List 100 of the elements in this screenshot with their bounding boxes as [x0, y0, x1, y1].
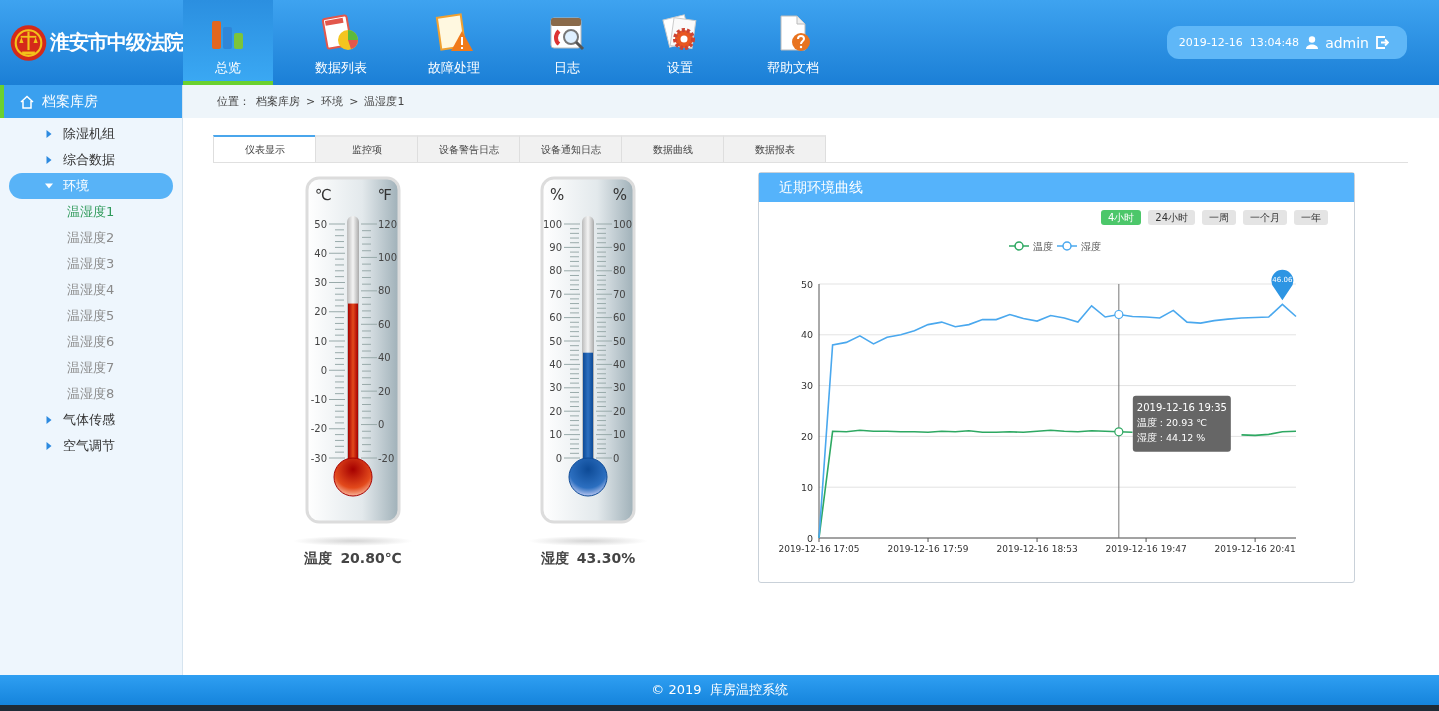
- tab[interactable]: 仪表显示: [213, 135, 316, 162]
- warning-icon: [434, 12, 474, 53]
- legend-icon: [1056, 241, 1078, 251]
- legend-icon: [1008, 241, 1030, 251]
- breadcrumb-separator: >: [349, 95, 359, 108]
- logout-icon[interactable]: [1376, 36, 1389, 49]
- scale-label: 0: [613, 452, 620, 464]
- court-name: 淮安市中级法院: [50, 29, 183, 56]
- scale-label: 90: [549, 241, 562, 253]
- tooltip-title: 2019-12-16 19:35: [1136, 401, 1227, 413]
- tree-item[interactable]: 除湿机组: [9, 121, 173, 147]
- footer-text: © 2019 库房温控系统: [651, 681, 788, 699]
- scale-label: 40: [378, 352, 391, 364]
- breadcrumb-label: 位置：: [217, 94, 250, 109]
- axis-label: 2019-12-16 18:53: [996, 544, 1078, 554]
- scale-label: 100: [613, 218, 633, 230]
- scale-label: 70: [613, 288, 626, 300]
- thermometer-bulb: [568, 457, 608, 497]
- breadcrumb-item[interactable]: 环境: [321, 94, 344, 109]
- thermometer-bulb: [333, 457, 373, 497]
- settings-icon: [660, 12, 700, 53]
- scale-label: -20: [378, 452, 395, 464]
- nav-tab[interactable]: 数据列表: [296, 0, 386, 85]
- range-button[interactable]: 一周: [1202, 210, 1236, 225]
- scale-label: 80: [549, 265, 562, 277]
- reading-label: 温度: [304, 550, 333, 568]
- scale-label: -20: [310, 423, 327, 435]
- scale-label: 40: [549, 358, 562, 370]
- axis-label: 2019-12-16 19:47: [1105, 544, 1187, 554]
- scale-label: 60: [613, 312, 626, 324]
- tab[interactable]: 数据曲线: [621, 135, 724, 162]
- marker-pin: [1271, 269, 1294, 301]
- tree-item[interactable]: 综合数据: [9, 147, 173, 173]
- range-button[interactable]: 一年: [1294, 210, 1328, 225]
- tooltip-text: 湿度 : 44.12 %: [1136, 431, 1206, 443]
- scale-label: 40: [613, 358, 626, 370]
- scale-label: 10: [613, 429, 626, 441]
- scale-label: 100: [378, 251, 398, 263]
- breadcrumb-item: 温湿度1: [364, 94, 405, 109]
- nav-tab[interactable]: 设置: [635, 0, 725, 85]
- scale-label: 50: [549, 335, 562, 347]
- tree-item[interactable]: 气体传感: [9, 407, 173, 433]
- scale-label: 90: [613, 241, 626, 253]
- nav-tab[interactable]: 故障处理: [409, 0, 499, 85]
- breadcrumb-item[interactable]: 档案库房: [256, 94, 300, 109]
- axis-label: 50: [800, 278, 813, 290]
- scale-label: 20: [378, 385, 391, 397]
- scale-label: 120: [378, 218, 398, 230]
- tooltip-text: 温度 : 20.93 ℃: [1136, 416, 1207, 428]
- tab[interactable]: 设备警告日志: [417, 135, 520, 162]
- unit-label: ℉: [377, 186, 392, 204]
- scale-label: -10: [310, 394, 327, 405]
- axis-label: 2019-12-16 20:41: [1214, 544, 1296, 554]
- scale-label: 20: [314, 306, 327, 318]
- range-button[interactable]: 一个月: [1243, 210, 1287, 225]
- username: admin: [1325, 34, 1369, 51]
- tab[interactable]: 数据报表: [723, 135, 826, 162]
- scale-label: 30: [549, 382, 562, 394]
- axis-label: 30: [800, 380, 813, 392]
- tree-item[interactable]: 空气调节: [9, 433, 173, 459]
- unit-label: %: [612, 186, 627, 204]
- range-button[interactable]: 24小时: [1148, 210, 1195, 225]
- scale-label: 20: [613, 405, 626, 417]
- scale-label: -30: [310, 452, 327, 464]
- report-icon: [321, 12, 361, 53]
- card-title: 近期环境曲线: [759, 173, 1354, 202]
- caret-right-icon: [45, 442, 53, 450]
- tab[interactable]: 设备通知日志: [519, 135, 622, 162]
- caret-right-icon: [45, 416, 53, 424]
- scale-label: 80: [613, 265, 626, 277]
- scale-label: 70: [549, 288, 562, 300]
- data-point: [1114, 309, 1124, 320]
- data-point: [1114, 427, 1124, 437]
- caret-right-icon: [45, 156, 53, 164]
- nav-tab[interactable]: 日志: [522, 0, 612, 85]
- breadcrumb-separator: >: [306, 95, 316, 108]
- reading-value: 20.80℃: [340, 550, 402, 568]
- home-icon: [20, 94, 34, 109]
- reading-value: 43.30%: [576, 550, 636, 568]
- reading-label: 湿度: [540, 550, 569, 568]
- axis-label: 20: [800, 430, 813, 442]
- tab[interactable]: 监控项: [315, 135, 418, 162]
- nav-tab[interactable]: 帮助文档: [748, 0, 838, 85]
- axis-label: 2019-12-16 17:59: [887, 544, 969, 554]
- caret-right-icon: [45, 130, 53, 138]
- datetime: 2019-12-16 13:04:48: [1178, 36, 1300, 49]
- scale-label: 100: [542, 218, 562, 230]
- scale-label: 30: [613, 382, 626, 394]
- legend-label: 湿度: [1081, 240, 1101, 252]
- axis-label: 0: [806, 532, 813, 544]
- unit-label: %: [550, 186, 565, 204]
- scale-label: 60: [549, 312, 562, 324]
- axis-label: 40: [800, 329, 813, 341]
- scale-label: 0: [378, 419, 385, 431]
- scale-label: 60: [378, 318, 391, 330]
- caret-down-icon: [45, 182, 53, 190]
- scale-label: 10: [314, 335, 327, 347]
- sidebar-title: 档案库房: [42, 92, 98, 111]
- legend-label: 温度: [1033, 240, 1053, 252]
- scale-label: 20: [549, 405, 562, 417]
